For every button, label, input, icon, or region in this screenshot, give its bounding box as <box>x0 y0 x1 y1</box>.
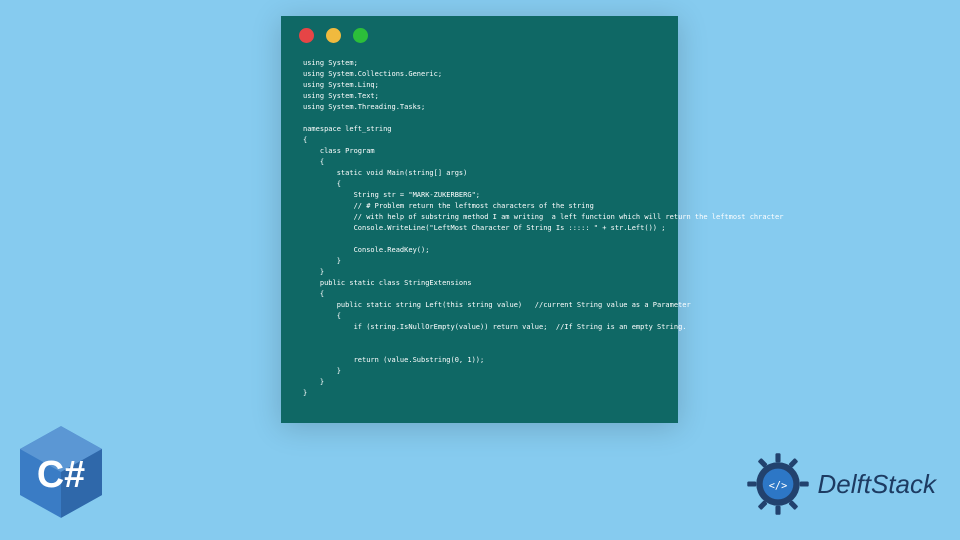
delftstack-logo-icon: </> <box>746 452 810 516</box>
code-brackets-icon: </> <box>768 480 787 492</box>
delftstack-brand: </> DelftStack <box>746 452 937 516</box>
csharp-label: C# <box>37 453 85 495</box>
window-titlebar <box>281 16 678 54</box>
csharp-badge: C# <box>20 426 102 518</box>
code-editor-window: using System; using System.Collections.G… <box>281 16 678 423</box>
code-content: using System; using System.Collections.G… <box>281 54 678 413</box>
minimize-icon[interactable] <box>326 28 341 43</box>
close-icon[interactable] <box>299 28 314 43</box>
brand-name: DelftStack <box>818 469 937 500</box>
zoom-icon[interactable] <box>353 28 368 43</box>
